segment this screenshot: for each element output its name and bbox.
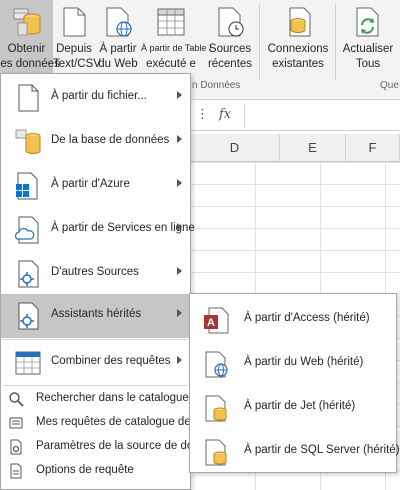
submenu-arrow-icon <box>177 179 182 187</box>
submenu-arrow-icon <box>177 267 182 275</box>
existing-connections-label-line2: existantes <box>272 58 324 70</box>
ribbon-separator <box>335 4 336 80</box>
menu-item-combine-queries[interactable]: Combiner des requêtes <box>1 341 190 385</box>
from-table-label-line2: exécuté e <box>146 58 196 70</box>
search-catalog-icon <box>9 392 24 407</box>
windows-azure-icon <box>16 172 38 200</box>
submenu-item-from-web-legacy[interactable]: À partir du Web (hérité) <box>190 342 396 386</box>
from-text-label-line1: Depuis <box>56 43 92 55</box>
menu-separator <box>3 385 188 386</box>
submenu-item-from-access[interactable]: A À partir d'Access (hérité) <box>190 298 396 342</box>
submenu-item-label: À partir d'Access (hérité) <box>244 312 370 324</box>
menu-item-query-options[interactable]: Options de requête <box>1 460 190 482</box>
sql-server-icon <box>205 439 227 466</box>
refresh-all-button[interactable]: Actualiser Tous <box>340 0 396 86</box>
get-data-label-line1: Obtenir <box>7 43 46 55</box>
insert-function-icon[interactable]: fx <box>219 107 231 122</box>
submenu-item-from-sql-server[interactable]: À partir de SQL Server (hérité) <box>190 430 400 474</box>
menu-item-label: D'autres Sources <box>51 266 139 278</box>
submenu-arrow-icon <box>177 356 182 364</box>
access-icon: A <box>204 307 229 334</box>
submenu-item-label: À partir du Web (hérité) <box>244 356 364 368</box>
database-icon <box>13 8 40 36</box>
menu-item-from-azure[interactable]: À partir d'Azure <box>1 164 190 208</box>
legacy-wizard-icon <box>18 302 39 330</box>
connections-icon <box>289 7 311 37</box>
data-source-settings-icon <box>10 439 22 455</box>
legacy-wizards-submenu: A À partir d'Access (hérité) À partir du… <box>189 293 400 474</box>
database-icon <box>15 129 41 154</box>
menu-item-label: Options de requête <box>36 464 134 476</box>
globe-document-icon <box>106 7 132 37</box>
refresh-all-label-line1: Actualiser <box>342 43 394 55</box>
web-legacy-icon <box>205 351 228 378</box>
svg-text:A: A <box>207 317 215 329</box>
file-icon <box>18 84 39 112</box>
document-icon <box>63 7 86 37</box>
submenu-arrow-icon <box>177 91 182 99</box>
menu-item-label: À partir d'Azure <box>51 178 130 190</box>
recent-sources-label-line2: récentes <box>207 58 253 70</box>
other-sources-icon <box>18 260 39 288</box>
existing-connections-button[interactable]: Connexions existantes <box>264 0 332 86</box>
get-data-label-line2: des données <box>0 58 60 70</box>
recent-sources-label-line1: Sources <box>208 43 252 55</box>
menu-item-label: Combiner des requêtes <box>51 355 171 367</box>
get-data-menu: À partir du fichier... De la base de don… <box>0 73 252 490</box>
menu-item-label: À partir du fichier... <box>51 90 147 102</box>
formula-input[interactable] <box>244 104 400 128</box>
combine-queries-icon <box>15 351 41 375</box>
submenu-item-from-jet[interactable]: À partir de Jet (hérité) <box>190 386 396 430</box>
submenu-arrow-icon <box>177 223 182 231</box>
table-icon <box>157 8 185 36</box>
menu-item-my-catalog-queries[interactable]: Mes requêtes de catalogue de données <box>1 412 238 434</box>
submenu-item-label: À partir de Jet (hérité) <box>244 400 356 412</box>
from-text-label-line2: Text/CSV <box>53 58 101 70</box>
menu-item-label: Assistants hérités <box>51 308 142 320</box>
jet-database-icon <box>205 395 227 422</box>
menu-item-from-database[interactable]: De la base de données <box>1 120 190 164</box>
catalog-queries-icon <box>9 417 23 429</box>
group-label-data: n Données <box>192 80 241 91</box>
menu-item-from-file[interactable]: À partir du fichier... <box>1 76 190 120</box>
menu-item-data-source-settings[interactable]: Paramètres de la source de données <box>1 436 225 458</box>
menu-separator <box>3 339 188 340</box>
menu-item-legacy-wizards[interactable]: Assistants hérités <box>1 294 190 338</box>
refresh-icon <box>356 7 379 37</box>
query-options-icon <box>10 463 22 479</box>
clock-document-icon <box>218 7 244 37</box>
refresh-all-label-line2: Tous <box>355 58 381 70</box>
ribbon-separator <box>259 4 260 80</box>
submenu-item-label: À partir de SQL Server (hérité) <box>244 444 400 456</box>
recent-sources-button[interactable]: Sources récentes <box>205 0 255 86</box>
from-web-label-line2: du Web <box>98 58 138 70</box>
submenu-arrow-icon <box>177 135 182 143</box>
column-header-d[interactable]: D <box>190 134 280 162</box>
from-web-label-line1: À partir <box>99 43 137 55</box>
from-table-label-line1: À partir de Table / <box>141 43 212 53</box>
menu-item-search-data-catalog[interactable]: Rechercher dans le catalogue de données <box>1 388 252 410</box>
menu-item-from-online-services[interactable]: À partir de Services en ligne <box>1 208 195 252</box>
column-header-e[interactable]: E <box>280 134 346 162</box>
existing-connections-label-line1: Connexions <box>267 43 329 55</box>
more-options-icon[interactable]: ⋮ <box>196 106 209 122</box>
menu-item-label: À partir de Services en ligne <box>51 222 195 234</box>
column-header-f[interactable]: F <box>346 134 400 162</box>
menu-item-label: De la base de données <box>51 134 170 146</box>
menu-item-other-sources[interactable]: D'autres Sources <box>1 252 190 296</box>
cloud-icon <box>15 216 39 244</box>
group-label-queries: Que <box>380 80 399 91</box>
submenu-arrow-icon <box>177 309 182 317</box>
